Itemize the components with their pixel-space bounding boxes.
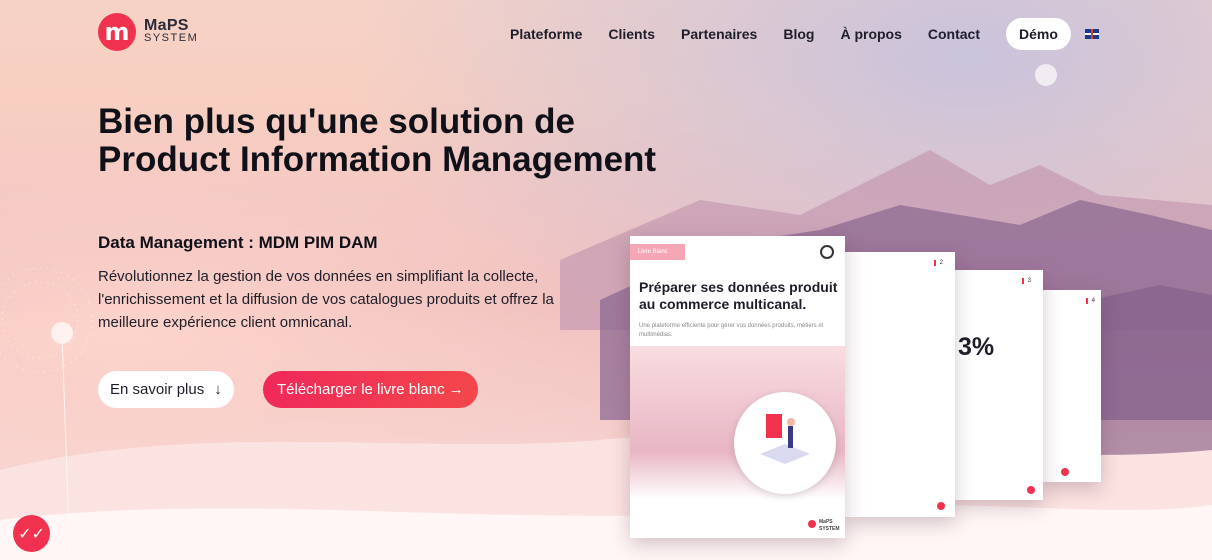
page-number: 2	[933, 260, 943, 266]
page-number: 4	[1085, 298, 1095, 304]
ebook-title: Préparer ses données produit au commerce…	[639, 279, 838, 312]
brand-dot-icon	[1061, 468, 1069, 476]
checkmarks-icon[interactable]: ✓✓	[13, 515, 50, 552]
learn-more-label: En savoir plus	[110, 381, 205, 398]
ebook-page-4: 4	[1043, 290, 1101, 482]
ebook-illustration	[630, 346, 845, 538]
nav-item-plateforme[interactable]: Plateforme	[510, 26, 582, 42]
nav-item-contact[interactable]: Contact	[928, 26, 980, 42]
ring-icon	[820, 245, 834, 259]
ebook-page-2: 2	[845, 252, 955, 517]
learn-more-button[interactable]: En savoir plus ↓	[98, 371, 234, 408]
nav-item-blog[interactable]: Blog	[783, 26, 814, 42]
logo-mark: m	[98, 13, 136, 51]
ebook-brand: MaPS SYSTEM	[819, 519, 840, 532]
main-nav: Plateforme Clients Partenaires Blog À pr…	[510, 18, 1099, 50]
page-number: 3	[1021, 278, 1031, 284]
nav-item-partenaires[interactable]: Partenaires	[681, 26, 757, 42]
arrow-down-icon: ↓	[214, 381, 222, 398]
brand-dot-icon	[937, 502, 945, 510]
brand-dot-icon	[808, 520, 816, 528]
hero-title-line1: Bien plus qu'une solution de	[98, 102, 575, 141]
ecommerce-illustration-icon	[760, 414, 810, 464]
ebook-text: Une plateforme efficiente pour gérer vos…	[639, 323, 824, 338]
hero-title: Bien plus qu'une solution de Product Inf…	[98, 103, 778, 179]
hero-subtitle: Data Management : MDM PIM DAM	[98, 233, 378, 252]
uk-flag-icon[interactable]	[1084, 29, 1099, 39]
download-whitepaper-button[interactable]: Télécharger le livre blanc →	[263, 371, 478, 408]
logo-name-bottom: SYSTEM	[144, 32, 199, 44]
nav-item-clients[interactable]: Clients	[608, 26, 655, 42]
brand-dot-icon	[1027, 486, 1035, 494]
whitepaper-tag: Livre Blanc	[630, 244, 685, 260]
stat-percentage: 3%	[958, 333, 995, 361]
hero-title-line2: Product Information Management	[98, 140, 657, 179]
logo-text: MaPS SYSTEM	[144, 17, 199, 45]
hero-description: Révolutionnez la gestion de vos données …	[98, 268, 554, 331]
ebook-page-3: 3	[953, 270, 1043, 500]
nav-item-a-propos[interactable]: À propos	[840, 26, 901, 42]
logo-name-top: MaPS	[144, 17, 189, 34]
demo-button[interactable]: Démo	[1006, 18, 1071, 50]
brand-logo[interactable]: m MaPS SYSTEM	[98, 13, 198, 51]
ebook-cover: Livre Blanc Préparer ses données produit…	[630, 236, 845, 538]
